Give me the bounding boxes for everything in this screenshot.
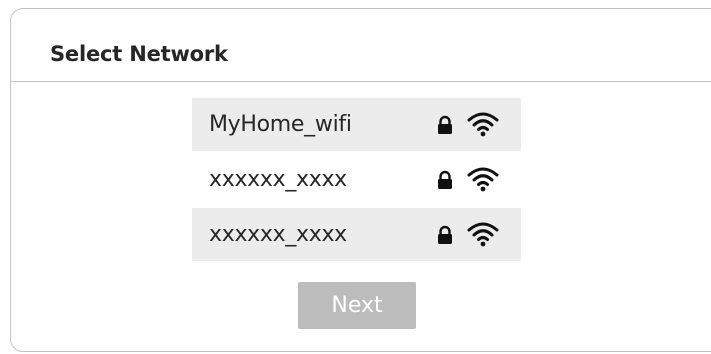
- lock-icon: [438, 225, 452, 244]
- network-name: MyHome_wifi: [209, 112, 352, 137]
- network-name: xxxxxx_xxxx: [209, 167, 347, 192]
- network-item-xxxxxx-xxxx-2[interactable]: xxxxxx_xxxx: [192, 208, 521, 261]
- network-item-xxxxxx-xxxx-1[interactable]: xxxxxx_xxxx: [192, 153, 521, 206]
- next-button[interactable]: Next: [298, 282, 416, 329]
- wifi-icon: [467, 222, 499, 247]
- wifi-icon: [467, 167, 499, 192]
- dialog-title: Select Network: [50, 42, 228, 66]
- network-item-myhome-wifi[interactable]: MyHome_wifi: [192, 98, 521, 151]
- network-list: MyHome_wifi xxxxxx_xxxx xxxxxx_xxxx: [192, 98, 521, 263]
- lock-icon: [438, 170, 452, 189]
- dialog-header: Select Network: [11, 9, 711, 82]
- lock-icon: [438, 115, 452, 134]
- network-name: xxxxxx_xxxx: [209, 222, 347, 247]
- wifi-icon: [467, 112, 499, 137]
